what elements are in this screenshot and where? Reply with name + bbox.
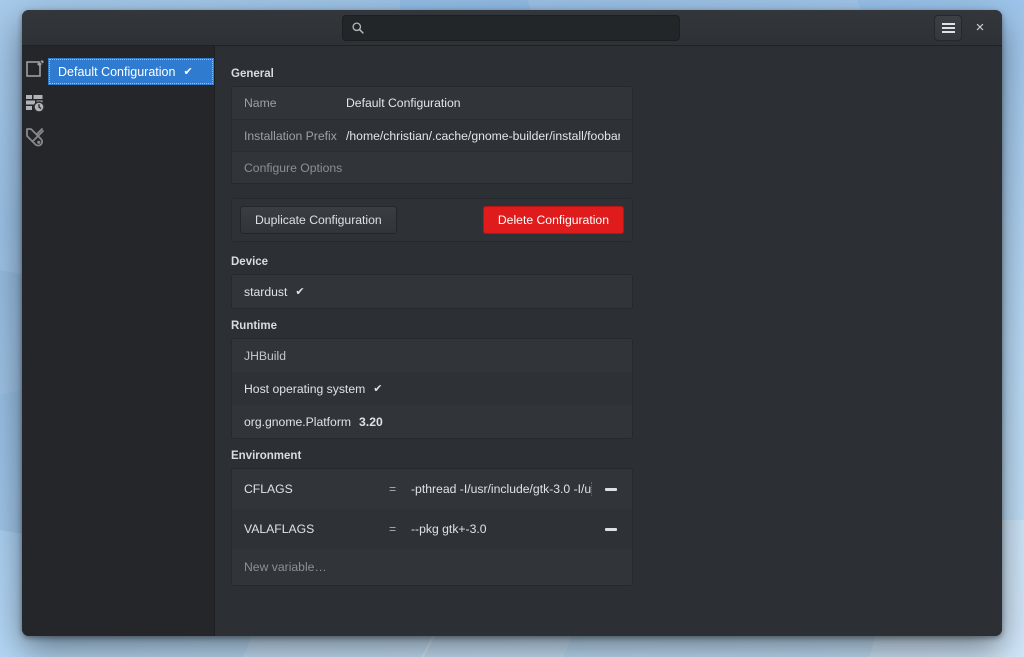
configuration-list: Default Configuration ✔ [48, 46, 215, 636]
config-list-item-default[interactable]: Default Configuration ✔ [48, 58, 214, 85]
section-environment: Environment CFLAGS = -pthread -I/usr/inc… [231, 450, 633, 586]
duplicate-configuration-button[interactable]: Duplicate Configuration [240, 206, 397, 234]
general-frame: Name Default Configuration Installation … [231, 86, 633, 184]
desktop-background: × Default Configuration ✔ General Name D… [0, 0, 1024, 657]
remove-variable-button[interactable] [602, 480, 620, 498]
search-input[interactable] [371, 20, 679, 35]
edit-icon[interactable] [24, 58, 46, 80]
application-window: × Default Configuration ✔ General Name D… [22, 10, 1002, 636]
icon-rail [22, 46, 48, 636]
env-equals: = [389, 522, 397, 536]
hamburger-icon [941, 22, 955, 33]
delete-configuration-button[interactable]: Delete Configuration [482, 206, 624, 234]
env-key: VALAFLAGS [244, 522, 315, 536]
menu-button[interactable] [934, 14, 962, 41]
header-bar: × [22, 10, 1002, 46]
remove-variable-button[interactable] [602, 520, 620, 538]
device-label: stardust [244, 284, 288, 299]
section-title-general: General [231, 68, 274, 80]
window-body: Default Configuration ✔ General Name Def… [22, 46, 1002, 636]
row-label-name: Name [244, 96, 277, 110]
section-title-environment: Environment [231, 450, 302, 462]
device-row-stardust[interactable]: stardust ✔ [232, 275, 632, 308]
device-frame: stardust ✔ [231, 274, 633, 309]
runtime-label: JHBuild [244, 348, 286, 363]
section-title-runtime: Runtime [231, 320, 277, 332]
checkmark-icon: ✔ [295, 286, 305, 298]
row-name[interactable]: Name Default Configuration [232, 87, 632, 119]
window-controls: × [934, 14, 994, 41]
config-item-label: Default Configuration [58, 64, 176, 79]
section-general: General Name Default Configuration Insta… [231, 68, 633, 242]
row-label-configure-options: Configure Options [244, 160, 343, 175]
environment-frame: CFLAGS = -pthread -I/usr/include/gtk-3.0… [231, 468, 633, 586]
search-icon [351, 21, 365, 35]
row-value-installation-prefix: /home/christian/.cache/gnome-builder/ins… [346, 128, 620, 143]
runtime-label: org.gnome.Platform [244, 414, 352, 429]
runtime-row-jhbuild[interactable]: JHBuild [232, 339, 632, 372]
section-runtime: Runtime JHBuild Host operating system ✔ … [231, 320, 633, 439]
row-value-name: Default Configuration [346, 96, 461, 110]
row-configure-options[interactable]: Configure Options [232, 151, 632, 183]
env-equals: = [389, 482, 397, 496]
close-icon: × [975, 19, 985, 36]
runtime-label: Host operating system [244, 381, 366, 396]
search-container [342, 14, 680, 41]
runtime-frame: JHBuild Host operating system ✔ org.gnom… [231, 338, 633, 439]
section-device: Device stardust ✔ [231, 256, 633, 309]
checkmark-icon: ✔ [183, 66, 193, 78]
env-row-valaflags[interactable]: VALAFLAGS = --pkg gtk+-3.0 [232, 509, 632, 549]
runtime-row-gnome-platform[interactable]: org.gnome.Platform 3.20 [232, 405, 632, 438]
row-label-installation-prefix: Installation Prefix [244, 128, 337, 143]
minus-icon [605, 487, 617, 491]
env-value[interactable]: --pkg gtk+-3.0 [411, 522, 592, 536]
runtime-version: 3.20 [359, 414, 383, 429]
section-title-device: Device [231, 256, 269, 268]
checkmark-icon: ✔ [373, 383, 383, 395]
preferences-content: General Name Default Configuration Insta… [215, 46, 1002, 636]
close-button[interactable]: × [966, 15, 994, 41]
search-entry[interactable] [342, 14, 680, 41]
minus-icon [605, 527, 617, 531]
new-variable-input[interactable]: New variable… [232, 549, 632, 585]
tools-icon[interactable] [24, 126, 46, 148]
build-icon[interactable] [24, 92, 46, 114]
row-installation-prefix[interactable]: Installation Prefix /home/christian/.cac… [232, 119, 632, 151]
runtime-row-host-os[interactable]: Host operating system ✔ [232, 372, 632, 405]
env-row-cflags[interactable]: CFLAGS = -pthread -I/usr/include/gtk-3.0… [232, 469, 632, 509]
env-value[interactable]: -pthread -I/usr/include/gtk-3.0 -I/usr/i… [411, 482, 592, 496]
config-actions: Duplicate Configuration Delete Configura… [231, 198, 633, 242]
env-key: CFLAGS [244, 482, 293, 496]
